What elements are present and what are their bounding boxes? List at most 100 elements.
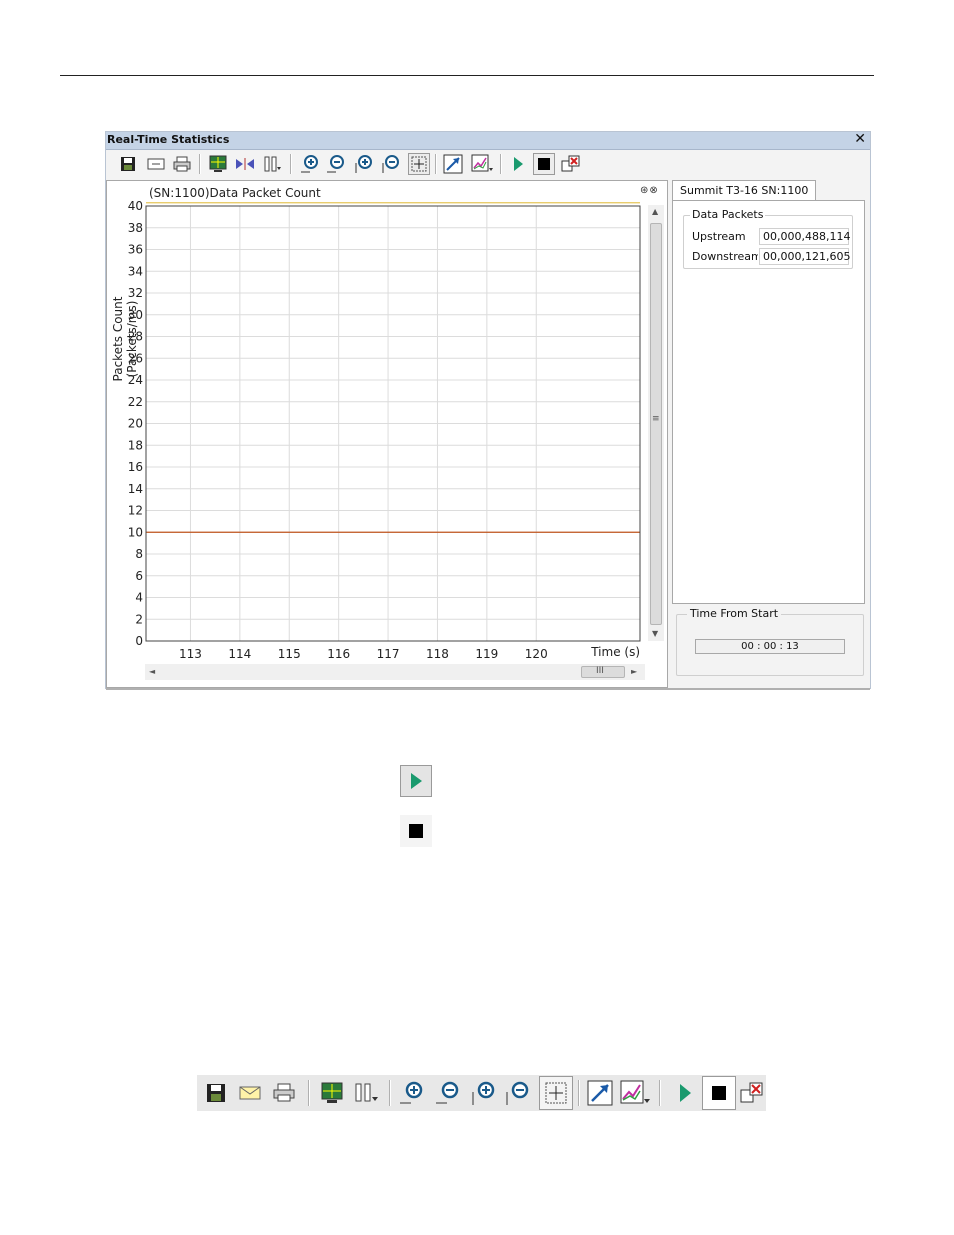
- window-titlebar: Real-Time Statistics ✕: [106, 131, 870, 150]
- zoom-in-horizontal-icon[interactable]: [299, 153, 321, 175]
- toolbar-separator: [308, 1080, 310, 1106]
- play-button[interactable]: [400, 765, 432, 797]
- vertical-scrollbar[interactable]: ▲ ≡ ▼: [648, 205, 664, 641]
- chart-panel: 0 2 4 6 8 10 12 14 16 18 20 22 24 26 28 30 32 34 36 38 40 113…: [106, 180, 668, 688]
- toolbar-separator: [290, 154, 292, 174]
- email-icon[interactable]: [235, 1079, 265, 1107]
- upstream-label: Upstream: [692, 230, 746, 243]
- zoom-in-horizontal-icon[interactable]: [397, 1079, 427, 1107]
- x-tick-label: 114: [228, 647, 251, 661]
- vertical-scroll-thumb[interactable]: ≡: [650, 223, 662, 625]
- stop-icon: [409, 824, 423, 838]
- y-tick-label: 2: [135, 612, 143, 626]
- x-tick-label: 119: [475, 647, 498, 661]
- scroll-left-icon[interactable]: ◄: [149, 667, 155, 676]
- y-tick-label: 34: [128, 264, 143, 278]
- tab-content: Data Packets Upstream 00,000,488,114 Dow…: [672, 200, 865, 604]
- chart-controls-icons[interactable]: ⊛⊗: [640, 185, 659, 196]
- downstream-value: 00,000,121,605: [759, 248, 850, 265]
- stop-button[interactable]: [400, 815, 432, 847]
- display-settings-icon[interactable]: [317, 1079, 347, 1107]
- toolbar-separator: [199, 154, 201, 174]
- zoom-out-horizontal-icon[interactable]: [325, 153, 347, 175]
- y-tick-label: 36: [128, 243, 143, 257]
- y-tick-label: 10: [128, 525, 143, 539]
- toolbar-separator: [435, 154, 437, 174]
- scroll-up-icon[interactable]: ▲: [652, 207, 658, 216]
- display-settings-icon[interactable]: [207, 153, 229, 175]
- close-icon[interactable]: ✕: [854, 131, 866, 148]
- horizontal-scroll-thumb[interactable]: III: [581, 666, 625, 678]
- time-group-title: Time From Start: [687, 607, 782, 620]
- play-icon: [411, 773, 422, 789]
- x-tick-label: 120: [525, 647, 548, 661]
- real-time-statistics-window: Real-Time Statistics ✕ 0 2 4 6 8 10 12 1…: [105, 131, 871, 690]
- page-rule: [60, 75, 874, 76]
- y-axis-label: Packets Count (Packets/ms): [111, 296, 139, 382]
- toolbar-separator: [500, 154, 502, 174]
- print-icon[interactable]: [269, 1079, 299, 1107]
- downstream-label: Downstream: [692, 250, 758, 263]
- upstream-value: 00,000,488,114: [759, 228, 850, 245]
- play-icon[interactable]: [507, 153, 529, 175]
- y-tick-label: 38: [128, 221, 143, 235]
- y-tick-label: 8: [135, 547, 143, 561]
- configure-icon[interactable]: [351, 1079, 381, 1107]
- y-tick-label: 12: [128, 504, 143, 518]
- chart-options-icon[interactable]: [471, 153, 493, 175]
- stop-icon[interactable]: [533, 153, 555, 175]
- auto-scale-icon[interactable]: [585, 1079, 615, 1107]
- tab-device[interactable]: Summit T3-16 SN:1100: [672, 180, 817, 201]
- zoom-out-vertical-icon[interactable]: [502, 1079, 532, 1107]
- chart-canvas: 0246810121416182022242628303234363840113…: [128, 199, 641, 661]
- scroll-grip-icon: III: [596, 666, 604, 676]
- save-icon[interactable]: [201, 1079, 231, 1107]
- toolbar-separator: [578, 1080, 580, 1106]
- data-packets-group: Data Packets Upstream 00,000,488,114 Dow…: [683, 208, 853, 269]
- horizontal-scrollbar[interactable]: ◄ III ►: [145, 664, 645, 680]
- toolbar-separator: [389, 1080, 391, 1106]
- y-tick-label: 6: [135, 569, 143, 583]
- cursor-crosshair-icon[interactable]: [539, 1076, 573, 1110]
- status-strip: [106, 688, 870, 690]
- window-title: Real-Time Statistics: [107, 133, 230, 146]
- zoom-in-vertical-icon[interactable]: [352, 153, 374, 175]
- detach-icon[interactable]: [737, 1079, 767, 1107]
- elapsed-time-value: 00 : 00 : 13: [695, 639, 845, 654]
- x-tick-label: 118: [426, 647, 449, 661]
- zoom-in-vertical-icon[interactable]: [468, 1079, 498, 1107]
- split-icon[interactable]: [234, 153, 256, 175]
- toolbar-separator: [659, 1080, 661, 1106]
- cursor-crosshair-icon[interactable]: [408, 153, 430, 175]
- play-icon[interactable]: [670, 1079, 700, 1107]
- group-title: Data Packets: [690, 208, 766, 221]
- stop-icon[interactable]: [702, 1076, 736, 1110]
- main-toolbar: [107, 150, 867, 178]
- x-axis-label: Time (s): [590, 645, 640, 659]
- print-icon[interactable]: [171, 153, 193, 175]
- y-tick-label: 22: [128, 395, 143, 409]
- y-tick-label: 18: [128, 438, 143, 452]
- save-icon[interactable]: [117, 153, 139, 175]
- y-tick-label: 4: [135, 591, 143, 605]
- zoom-out-horizontal-icon[interactable]: [433, 1079, 463, 1107]
- y-tick-label: 0: [135, 634, 143, 648]
- configure-icon[interactable]: [261, 153, 283, 175]
- x-tick-label: 115: [278, 647, 301, 661]
- y-tick-label: 16: [128, 460, 143, 474]
- scroll-right-icon[interactable]: ►: [631, 667, 637, 676]
- toolbar-reference: [197, 1075, 766, 1111]
- scroll-down-icon[interactable]: ▼: [652, 629, 658, 638]
- zoom-out-vertical-icon[interactable]: [379, 153, 401, 175]
- time-from-start-group: Time From Start 00 : 00 : 13: [676, 607, 864, 676]
- x-tick-label: 113: [179, 647, 202, 661]
- y-tick-label: 20: [128, 417, 143, 431]
- email-icon[interactable]: [145, 153, 167, 175]
- y-tick-label: 40: [128, 199, 143, 213]
- auto-scale-icon[interactable]: [442, 153, 464, 175]
- x-tick-label: 117: [377, 647, 400, 661]
- detach-icon[interactable]: [560, 153, 582, 175]
- chart-options-icon[interactable]: [620, 1079, 650, 1107]
- x-tick-label: 116: [327, 647, 350, 661]
- scroll-grip-icon: ≡: [652, 414, 660, 424]
